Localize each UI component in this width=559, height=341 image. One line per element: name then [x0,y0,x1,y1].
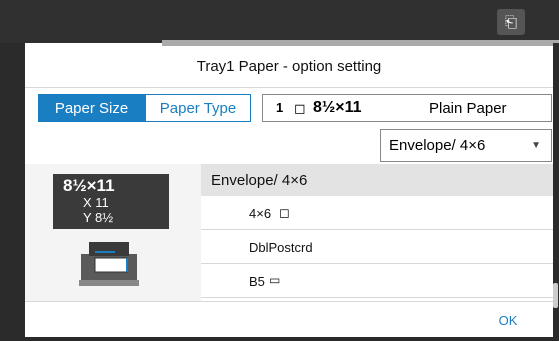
job-status-icon[interactable]: ⎗ [497,9,525,35]
summary-size: 8½×11 [313,99,362,116]
size-list: 4×6 ◻ DblPostcrd B5 ▭ [201,196,553,301]
ok-button[interactable]: OK [480,308,536,332]
landscape-paper-icon: ◻ [294,100,306,116]
list-header: Envelope/ 4×6 [201,164,553,196]
paper-type-button[interactable]: Paper Type [145,94,251,122]
tray-summary: 1 ◻ 8½×11 Plain Paper [262,94,552,122]
list-item[interactable]: B5 ▭ [201,264,553,298]
left-edge [0,43,25,341]
list-scrollbar[interactable] [553,283,558,308]
footer-divider [25,301,553,302]
preview-x: X 11 [83,195,109,210]
summary-paper-type: Plain Paper [429,100,507,117]
dialog-title: Tray1 Paper - option setting [25,46,553,88]
preview-y: Y 8½ [83,210,114,225]
option-setting-dialog: Tray1 Paper - option setting Paper Size … [25,46,558,337]
printer-tray-icon [79,242,139,286]
dropdown-value: Envelope/ 4×6 [389,137,486,154]
bottom-edge [0,337,559,341]
list-item-label: 4×6 [249,206,272,221]
landscape-paper-icon: ◻ [279,205,290,220]
chevron-down-icon: ▼ [531,140,541,151]
size-category-dropdown[interactable]: Envelope/ 4×6 ▼ [380,129,552,162]
list-item[interactable]: 4×6 ◻ [201,196,553,230]
list-item-label: B5 [249,274,265,289]
paper-size-button[interactable]: Paper Size [38,94,145,122]
list-item-label: DblPostcrd [249,240,313,255]
size-preview: 8½×11 X 11 Y 8½ [53,174,169,229]
tray-number: 1 [276,100,284,115]
preview-size: 8½×11 [63,176,115,195]
list-item[interactable]: DblPostcrd [201,230,553,264]
top-bar: ⎗ [0,0,559,43]
portrait-paper-icon: ▭ [269,273,281,287]
